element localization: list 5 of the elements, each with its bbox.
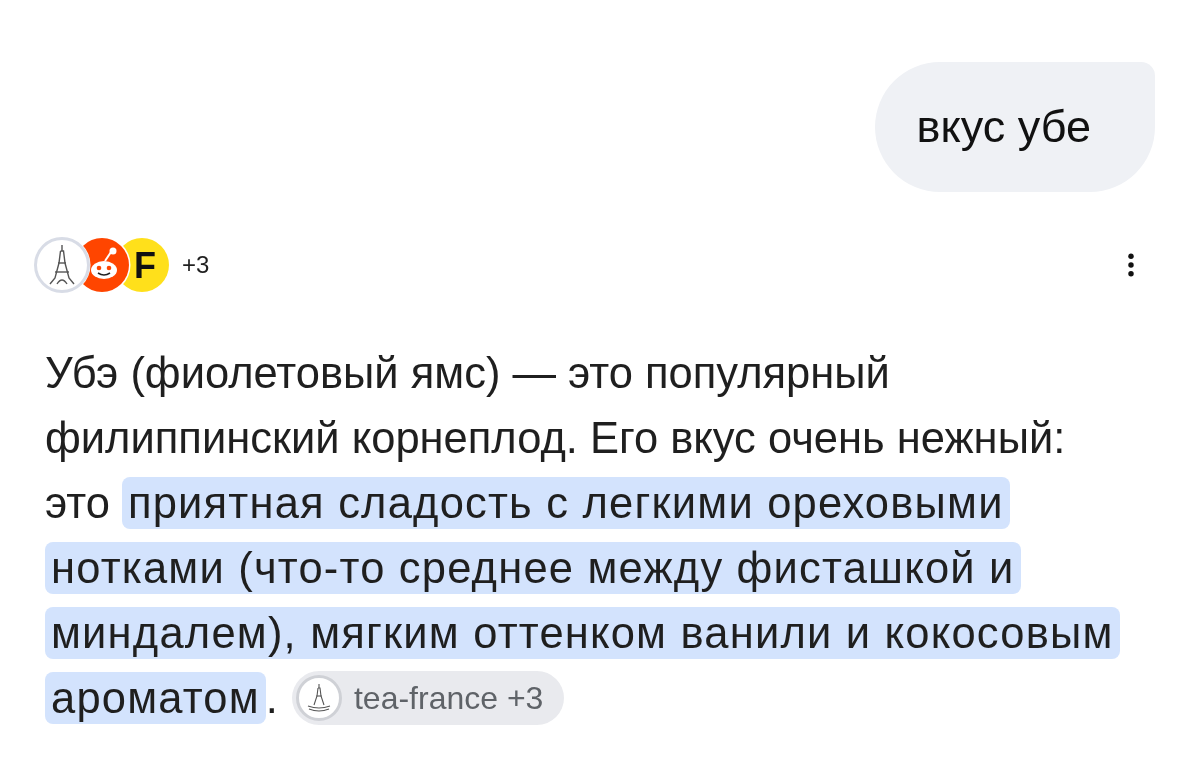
more-sources-count[interactable]: +3 bbox=[182, 251, 210, 279]
tower-icon bbox=[295, 675, 342, 721]
user-message-bubble: вкус убе bbox=[874, 62, 1155, 192]
source-logo[interactable]: F bbox=[122, 237, 170, 293]
source-chip[interactable]: tea-france +3 bbox=[291, 671, 565, 725]
